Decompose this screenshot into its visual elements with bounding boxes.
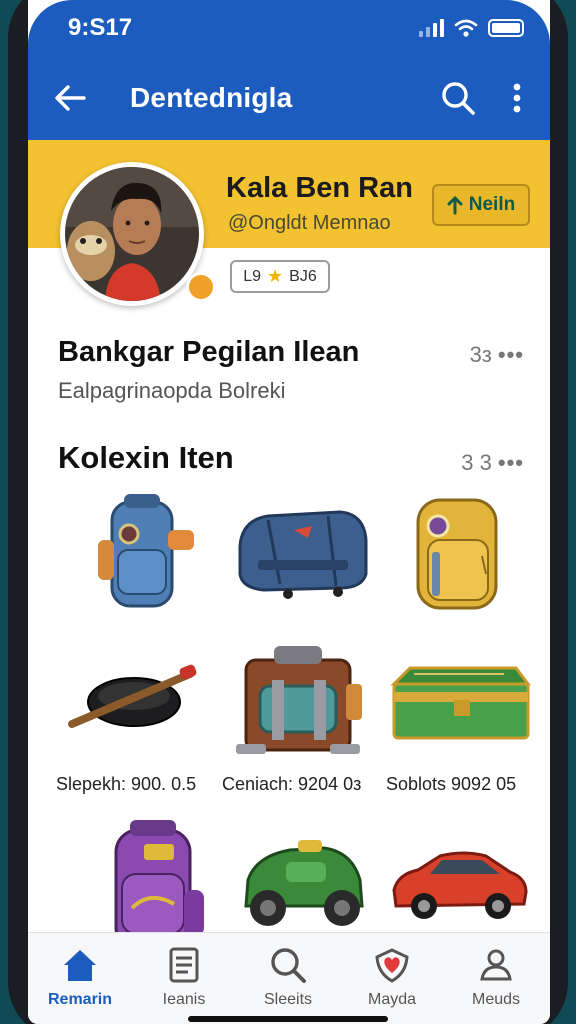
collection-count-value: 3 3 [461, 450, 492, 475]
collection-title: Kolexin Iten [58, 440, 234, 475]
screen: 9:S17 Dentednigla Kala Ben Ran @Ongldt M… [28, 0, 550, 1024]
tab-favorites[interactable]: Mayda [344, 945, 440, 1009]
battery-icon [488, 19, 524, 37]
avatar-photo [65, 167, 199, 301]
item-caption-2: Ceniach: 9204 0з [222, 774, 362, 794]
status-time: 9:S17 [68, 14, 133, 41]
section-count[interactable]: 3з ••• [470, 342, 524, 368]
profile-icon [480, 949, 512, 981]
profile-name: Kala Ben Ran [226, 172, 413, 204]
item-red-car[interactable] [384, 820, 534, 950]
stat-right: BJ6 [289, 267, 317, 285]
tab-items-label: Ieanis [162, 991, 206, 1008]
heart-shield-icon [375, 948, 409, 983]
app-title: Dentednigla [130, 82, 293, 113]
tab-home[interactable]: Remarin [32, 945, 128, 1009]
item-green-car-bag[interactable] [228, 820, 378, 950]
tab-profile-label: Meuds [471, 991, 521, 1008]
back-arrow-icon[interactable] [50, 78, 90, 118]
document-icon [169, 947, 199, 983]
app-bar: Dentednigla [28, 70, 550, 126]
item-yellow-backpack[interactable] [382, 490, 532, 620]
upload-arrow-icon [447, 195, 463, 215]
collection-count[interactable]: 3 3 ••• [461, 450, 524, 476]
item-caption-1: Slepekh: 900. 0.5 [56, 774, 197, 794]
tab-search[interactable]: Sleeits [240, 945, 336, 1009]
home-indicator [188, 1016, 388, 1022]
section-subtitle: Ealpagrinaopda Bolreki [58, 378, 286, 403]
tab-profile[interactable]: Meuds [448, 945, 544, 1009]
more-vertical-icon[interactable] [502, 78, 532, 118]
section-title: Bankgar Pegilan Ilean [58, 336, 360, 368]
section-count-value: 3з [469, 342, 492, 367]
search-icon [271, 948, 306, 983]
stat-left: L9 [243, 267, 262, 285]
more-horizontal-icon: ••• [497, 342, 524, 367]
wifi-icon [454, 19, 478, 37]
tab-favorites-label: Mayda [367, 991, 417, 1008]
stat-chip[interactable]: L9 ★ BJ6 [230, 260, 330, 293]
tab-items[interactable]: Ieanis [136, 945, 232, 1009]
item-blue-backpack[interactable] [72, 490, 222, 620]
follow-label: Neiln [468, 194, 516, 215]
item-blue-suitcase[interactable] [228, 490, 378, 620]
item-purple-backpack[interactable] [74, 820, 224, 952]
item-black-bag-with-stick[interactable] [68, 640, 218, 770]
search-icon[interactable] [438, 78, 478, 118]
bottom-tab-bar: Remarin Ieanis Sleeits Mayda Meuds [28, 932, 550, 1024]
more-horizontal-icon: ••• [497, 450, 524, 475]
home-icon [64, 950, 96, 981]
tab-search-label: Sleeits [263, 991, 313, 1008]
status-icons [419, 18, 524, 38]
avatar[interactable] [60, 162, 204, 306]
item-green-chest[interactable] [384, 640, 534, 770]
star-icon: ★ [267, 266, 284, 286]
top-bar: 9:S17 Dentednigla [28, 0, 550, 140]
profile-handle: @Ongldt Memnao [228, 212, 391, 234]
item-brown-trunk[interactable] [222, 640, 372, 770]
item-caption-3: Soblots 9092 05 [386, 774, 517, 794]
signal-icon [419, 19, 444, 37]
follow-button[interactable]: Neiln [432, 184, 530, 226]
status-bar: 9:S17 [28, 0, 550, 60]
tab-home-label: Remarin [47, 991, 113, 1008]
verified-badge-icon [186, 272, 216, 302]
